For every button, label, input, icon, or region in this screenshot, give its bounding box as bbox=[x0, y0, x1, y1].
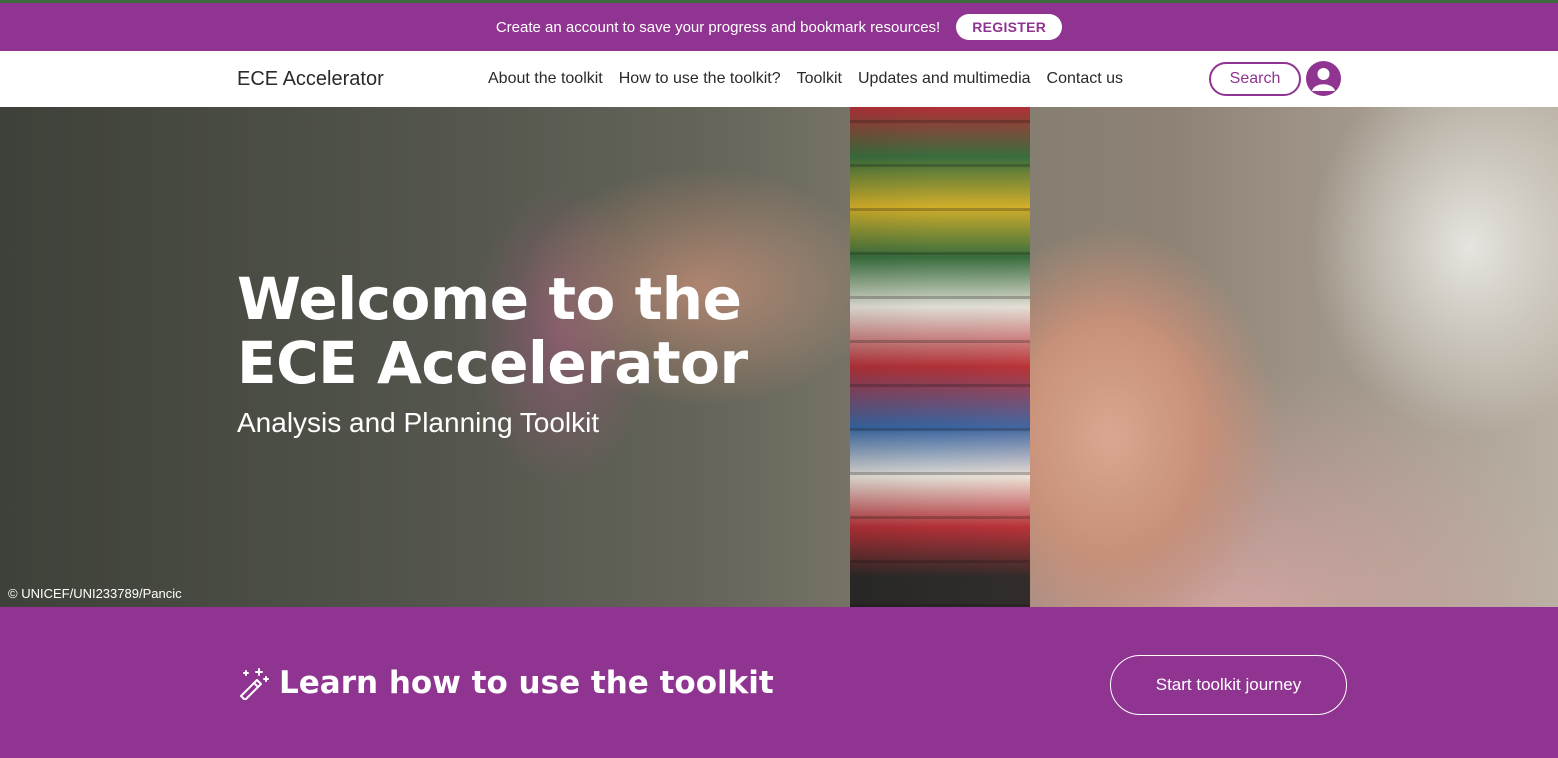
hero-title: Welcome to the ECE Accelerator bbox=[237, 267, 797, 395]
hero-banner: Welcome to the ECE Accelerator Analysis … bbox=[0, 107, 1558, 607]
register-button[interactable]: REGISTER bbox=[956, 14, 1063, 40]
nav-link-contact[interactable]: Contact us bbox=[1039, 70, 1131, 88]
announcement-bar: Create an account to save your progress … bbox=[0, 3, 1558, 51]
navbar: ECE Accelerator About the toolkit How to… bbox=[0, 51, 1558, 107]
hero-subtitle: Analysis and Planning Toolkit bbox=[237, 407, 600, 438]
start-journey-button[interactable]: Start toolkit journey bbox=[1110, 655, 1347, 715]
nav-link-updates[interactable]: Updates and multimedia bbox=[850, 70, 1039, 88]
nav-link-how-to-use[interactable]: How to use the toolkit? bbox=[611, 70, 789, 88]
nav-link-toolkit[interactable]: Toolkit bbox=[789, 70, 850, 88]
cta-heading-text: Learn how to use the toolkit bbox=[279, 665, 774, 701]
hero-title-line-2: ECE Accelerator bbox=[237, 329, 748, 397]
search-button[interactable]: Search bbox=[1209, 62, 1301, 96]
announcement-text: Create an account to save your progress … bbox=[495, 18, 941, 36]
cta-section: Learn how to use the toolkit Start toolk… bbox=[0, 607, 1558, 758]
cta-heading: Learn how to use the toolkit bbox=[237, 665, 774, 701]
nav-link-about[interactable]: About the toolkit bbox=[480, 70, 611, 88]
hero-title-line-1: Welcome to the bbox=[237, 265, 742, 333]
photo-credit: © UNICEF/UNI233789/Pancic bbox=[8, 586, 182, 601]
magic-wand-icon bbox=[237, 666, 271, 701]
site-brand[interactable]: ECE Accelerator bbox=[237, 51, 384, 107]
user-icon[interactable] bbox=[1306, 61, 1341, 96]
nav-links: About the toolkit How to use the toolkit… bbox=[480, 51, 1131, 107]
